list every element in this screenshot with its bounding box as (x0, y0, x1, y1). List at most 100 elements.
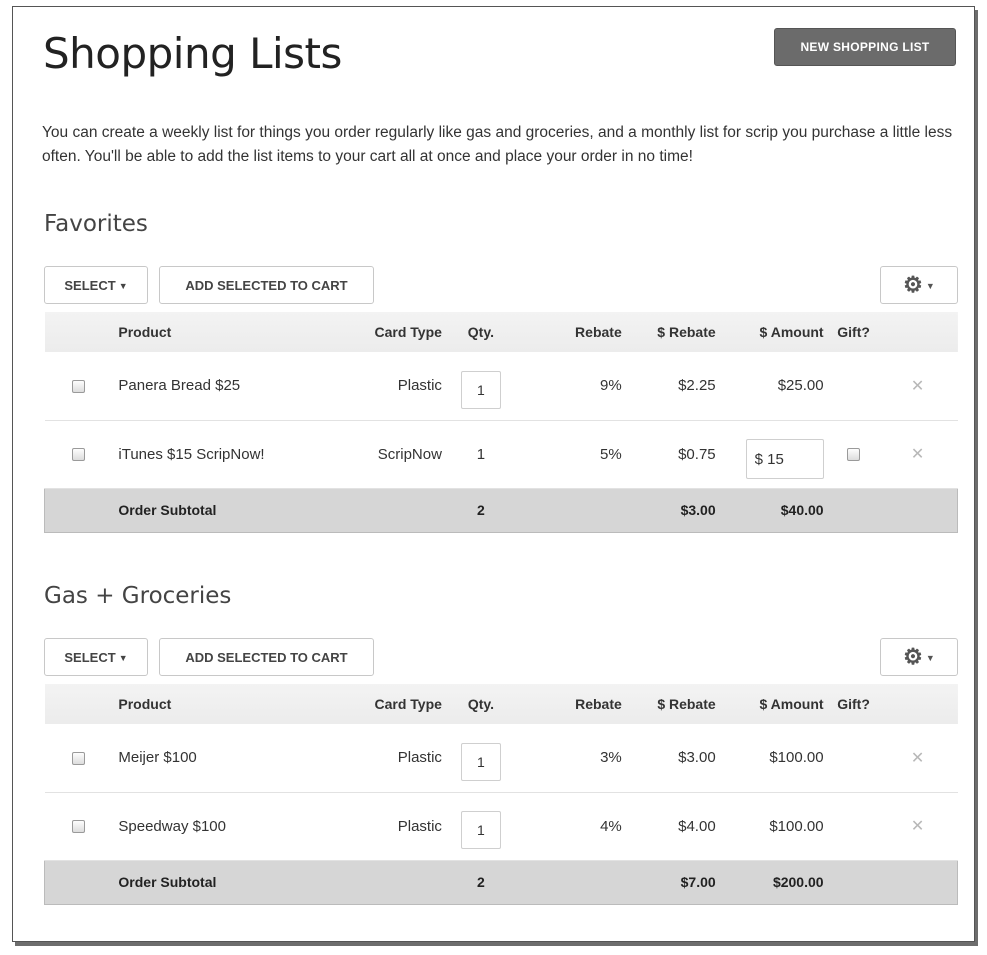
list-section-favorites: Favorites SELECT ▼ ADD SELECTED TO CART ⚙… (44, 211, 958, 533)
product-name: Panera Bread $25 (118, 377, 241, 395)
column-header-card-type: Card Type (374, 696, 442, 712)
subtotal-spacer (514, 860, 628, 904)
subtotal-spacer (45, 488, 113, 532)
row-checkbox[interactable] (71, 379, 85, 393)
qty-cell (448, 352, 514, 420)
remove-cell: ✕ (878, 724, 958, 792)
amount: $25.00 (777, 377, 824, 395)
subtotal-row: Order Subtotal 2 $3.00 $40.00 (44, 488, 958, 532)
add-selected-to-cart-button[interactable]: ADD SELECTED TO CART (159, 638, 374, 676)
column-header-rebate: Rebate (575, 696, 622, 712)
select-label: SELECT (64, 649, 116, 665)
qty-input[interactable] (460, 742, 501, 781)
settings-menu-button[interactable]: ⚙ ▼ (880, 638, 958, 676)
remove-column-header (878, 684, 958, 724)
column-header-rebate-amount: $ Rebate (657, 696, 716, 712)
table-header-row: Product Card Type Qty. Rebate $ Rebate $… (44, 684, 958, 724)
select-column-header (45, 312, 113, 352)
list-title: Gas + Groceries (44, 583, 232, 609)
subtotal-rebate-amount: $7.00 (680, 874, 716, 890)
new-shopping-list-button[interactable]: NEW SHOPPING LIST (774, 28, 956, 66)
select-label: SELECT (64, 277, 116, 293)
card-type: ScripNow (377, 445, 442, 463)
row-select-cell (45, 420, 113, 488)
qty-cell (448, 792, 514, 860)
card-type: Plastic (397, 749, 442, 767)
column-header-qty: Qty. (467, 324, 494, 340)
remove-icon[interactable]: ✕ (911, 446, 924, 463)
qty-cell (448, 724, 514, 792)
gift-cell (830, 420, 878, 488)
caret-down-icon: ▼ (118, 653, 128, 664)
rebate-amount: $2.25 (678, 377, 716, 395)
column-header-amount: $ Amount (759, 324, 824, 340)
remove-icon[interactable]: ✕ (911, 378, 924, 395)
column-header-product: Product (118, 696, 172, 712)
column-header-gift: Gift? (837, 324, 870, 340)
row-select-cell (45, 724, 113, 792)
rebate-amount: $4.00 (678, 817, 716, 835)
rebate-percent: 5% (600, 445, 622, 463)
rebate-percent: 3% (600, 749, 622, 767)
caret-down-icon: ▼ (925, 653, 935, 664)
column-header-card-type: Card Type (374, 324, 442, 340)
add-selected-to-cart-button[interactable]: ADD SELECTED TO CART (159, 266, 374, 304)
gift-cell (830, 724, 878, 792)
list-toolbar: SELECT ▼ ADD SELECTED TO CART ⚙ ▼ (44, 638, 958, 678)
amount-cell (722, 420, 830, 488)
settings-menu-button[interactable]: ⚙ ▼ (880, 266, 958, 304)
remove-cell: ✕ (878, 352, 958, 420)
row-select-cell (45, 352, 113, 420)
subtotal-amount: $40.00 (780, 502, 824, 518)
column-header-gift: Gift? (837, 696, 870, 712)
list-section-gas-groceries: Gas + Groceries SELECT ▼ ADD SELECTED TO … (44, 583, 958, 905)
column-header-amount: $ Amount (759, 696, 824, 712)
remove-cell: ✕ (878, 792, 958, 860)
table-row: Speedway $100 Plastic 4% $4.00 $100.00 ✕ (44, 792, 958, 860)
rebate-percent: 4% (600, 817, 622, 835)
gift-cell (830, 352, 878, 420)
subtotal-spacer (45, 860, 113, 904)
table-row: Panera Bread $25 Plastic 9% $2.25 $25.00… (44, 352, 958, 420)
row-checkbox[interactable] (71, 820, 85, 834)
select-dropdown-button[interactable]: SELECT ▼ (44, 638, 148, 676)
table-row: iTunes $15 ScripNow! ScripNow 1 5% $0.75… (44, 420, 958, 488)
column-header-qty: Qty. (467, 696, 495, 712)
subtotal-spacer (830, 860, 878, 904)
subtotal-label: Order Subtotal (118, 502, 217, 518)
table-row: Meijer $100 Plastic 3% $3.00 $100.00 ✕ (44, 724, 958, 792)
amount: $100.00 (769, 817, 824, 835)
column-header-rebate: Rebate (575, 324, 622, 340)
subtotal-spacer (830, 488, 878, 532)
select-dropdown-button[interactable]: SELECT ▼ (44, 266, 148, 304)
list-title: Favorites (44, 211, 148, 237)
row-checkbox[interactable] (71, 448, 85, 462)
subtotal-label: Order Subtotal (118, 874, 217, 890)
list-toolbar: SELECT ▼ ADD SELECTED TO CART ⚙ ▼ (44, 266, 958, 306)
product-name: iTunes $15 ScripNow! (118, 445, 265, 463)
subtotal-qty: 2 (477, 874, 485, 890)
list-table: Product Card Type Qty. Rebate $ Rebate $… (44, 312, 958, 533)
remove-icon[interactable]: ✕ (911, 750, 924, 767)
gift-checkbox[interactable] (847, 448, 861, 462)
qty-value: 1 (476, 445, 486, 463)
gear-icon: ⚙ (903, 644, 923, 669)
shopping-lists-window: Shopping Lists NEW SHOPPING LIST You can… (12, 6, 975, 942)
subtotal-row: Order Subtotal 2 $7.00 $200.00 (44, 860, 958, 904)
row-checkbox[interactable] (71, 751, 85, 765)
gear-icon: ⚙ (903, 272, 923, 297)
subtotal-spacer (878, 860, 958, 904)
card-type: Plastic (397, 817, 442, 835)
column-header-product: Product (118, 324, 172, 340)
subtotal-spacer (514, 488, 628, 532)
subtotal-rebate-amount: $3.00 (680, 502, 716, 518)
page-title: Shopping Lists (43, 29, 342, 78)
subtotal-spacer (344, 488, 448, 532)
qty-input[interactable] (460, 370, 501, 409)
remove-icon[interactable]: ✕ (911, 818, 924, 835)
qty-input[interactable] (460, 811, 501, 849)
column-header-rebate-amount: $ Rebate (657, 324, 716, 340)
amount-input[interactable] (745, 439, 824, 479)
subtotal-spacer (878, 488, 958, 532)
remove-column-header (878, 312, 958, 352)
